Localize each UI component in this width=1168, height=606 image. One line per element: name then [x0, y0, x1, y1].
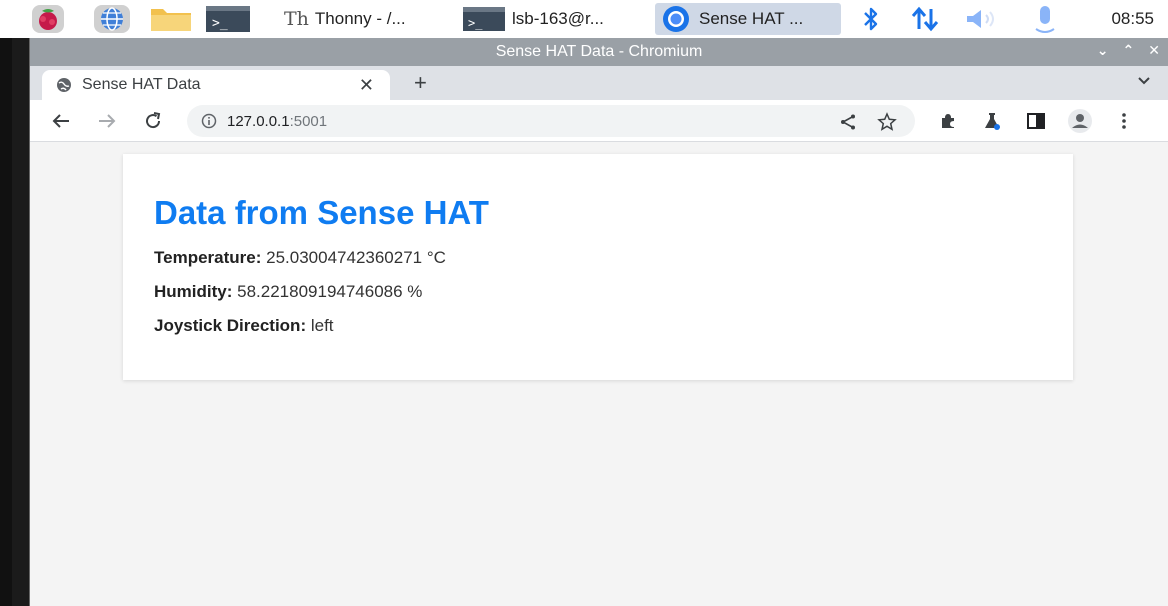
- maximize-icon[interactable]: ⌃: [1123, 42, 1135, 59]
- volume-icon[interactable]: [962, 4, 1008, 34]
- desktop-edge: [0, 0, 12, 606]
- close-icon[interactable]: ✕: [1148, 42, 1160, 59]
- profile-avatar-icon[interactable]: [1067, 108, 1093, 134]
- window-title: Sense HAT Data - Chromium: [495, 43, 703, 60]
- browser-toolbar: 127.0.0.1:5001: [30, 100, 1168, 142]
- share-icon[interactable]: [839, 113, 857, 131]
- url-host: 127.0.0.1: [227, 112, 290, 130]
- humidity-label: Humidity:: [154, 282, 233, 301]
- site-info-icon[interactable]: [201, 113, 217, 129]
- minimize-icon[interactable]: ⌄: [1097, 42, 1109, 59]
- temperature-row: Temperature: 25.03004742360271 °C: [154, 248, 1042, 268]
- raspberry-menu-icon[interactable]: [28, 4, 68, 34]
- microphone-icon[interactable]: [1030, 4, 1060, 34]
- humidity-row: Humidity: 58.221809194746086 %: [154, 282, 1042, 302]
- desktop: >_ Th Thonny - /... >_ lsb-163@r... Sens…: [0, 0, 1168, 606]
- joystick-label: Joystick Direction:: [154, 316, 307, 335]
- tab-search-chevron-icon[interactable]: [1136, 74, 1152, 92]
- side-panel-icon[interactable]: [1023, 108, 1049, 134]
- svg-text:>_: >_: [212, 16, 228, 31]
- omnibox-actions: [839, 112, 897, 132]
- page-viewport: Data from Sense HAT Temperature: 25.0300…: [30, 142, 1168, 606]
- joystick-row: Joystick Direction: left: [154, 316, 1042, 336]
- file-manager-icon[interactable]: [148, 4, 194, 34]
- page-heading: Data from Sense HAT: [154, 194, 489, 231]
- reload-icon[interactable]: [140, 108, 166, 134]
- taskbar-task-chromium[interactable]: Sense HAT ...: [655, 3, 841, 35]
- tab-close-icon[interactable]: ✕: [359, 75, 374, 96]
- bookmark-star-icon[interactable]: [877, 112, 897, 132]
- url-port: :5001: [289, 112, 328, 130]
- address-bar[interactable]: 127.0.0.1:5001: [187, 105, 915, 137]
- task-label: Thonny - /...: [314, 9, 406, 28]
- taskbar-task-terminal[interactable]: >_ lsb-163@r...: [458, 3, 648, 35]
- temperature-value: 25.03004742360271 °C: [266, 248, 446, 267]
- temperature-label: Temperature:: [154, 248, 262, 267]
- tab-label: Sense HAT Data: [82, 76, 201, 93]
- svg-text:>_: >_: [468, 16, 483, 30]
- data-card: Data from Sense HAT Temperature: 25.0300…: [123, 154, 1073, 380]
- window-titlebar[interactable]: Sense HAT Data - Chromium ⌄ ⌃ ✕: [30, 38, 1168, 66]
- task-label: lsb-163@r...: [512, 9, 604, 28]
- globe-icon: [57, 78, 71, 92]
- taskbar-task-thonny[interactable]: Th Thonny - /...: [280, 3, 448, 35]
- task-label: Sense HAT ...: [699, 9, 804, 28]
- thonny-icon: Th: [284, 8, 309, 30]
- bluetooth-icon[interactable]: [858, 4, 884, 34]
- terminal-icon: >_: [463, 7, 505, 31]
- labs-flask-icon[interactable]: [979, 108, 1005, 134]
- more-menu-icon[interactable]: [1111, 108, 1137, 134]
- tab-sense-hat-data[interactable]: Sense HAT Data ✕: [42, 70, 390, 100]
- chromium-window: Sense HAT Data - Chromium ⌄ ⌃ ✕ Sense HA…: [29, 38, 1168, 606]
- window-controls: ⌄ ⌃ ✕: [1097, 42, 1160, 59]
- network-arrows-icon[interactable]: [908, 4, 942, 34]
- new-tab-icon[interactable]: +: [414, 70, 427, 96]
- forward-arrow-icon[interactable]: [94, 108, 120, 134]
- taskbar: >_ Th Thonny - /... >_ lsb-163@r... Sens…: [0, 0, 1168, 38]
- web-browser-icon[interactable]: [92, 4, 132, 34]
- taskbar-clock: 08:55: [1111, 9, 1154, 28]
- extensions-puzzle-icon[interactable]: [935, 108, 961, 134]
- toolbar-extensions: [935, 108, 1137, 134]
- back-arrow-icon[interactable]: [48, 108, 74, 134]
- terminal-icon[interactable]: >_: [204, 4, 252, 34]
- humidity-value: 58.221809194746086 %: [237, 282, 423, 301]
- chromium-icon: [663, 6, 689, 32]
- tab-strip: Sense HAT Data ✕ +: [30, 66, 1168, 100]
- joystick-value: left: [310, 316, 334, 335]
